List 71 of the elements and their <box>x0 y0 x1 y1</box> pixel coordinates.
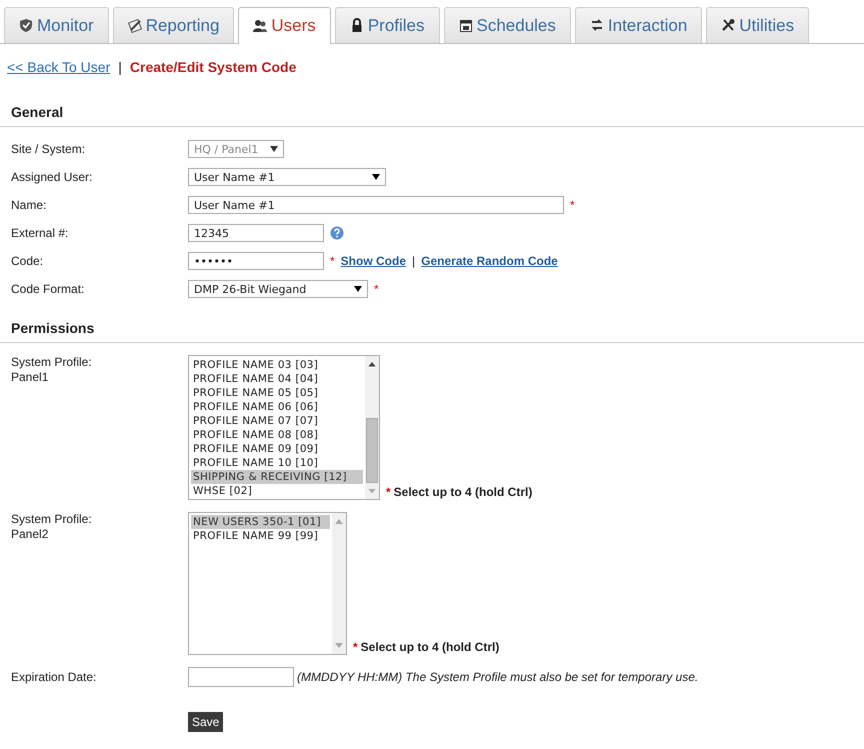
list-option[interactable]: PROFILE NAME 04 [04] <box>191 372 363 386</box>
required-mark: * <box>353 640 358 654</box>
tab-icon <box>590 18 604 33</box>
field-label: Assigned User: <box>11 170 94 184</box>
link[interactable]: Show Code <box>340 254 406 268</box>
tab-icon <box>253 18 268 34</box>
field-label: Panel2 <box>11 527 50 542</box>
list-option[interactable]: WHSE [02] <box>191 484 363 498</box>
required-mark: * <box>386 485 391 499</box>
field-label: Expiration Date: <box>11 670 98 684</box>
tab[interactable]: Utilities <box>706 7 810 43</box>
field-label: System Profile: <box>11 355 93 370</box>
back-link[interactable]: << Back To User <box>7 59 110 75</box>
input-field[interactable]: 12345 <box>188 224 324 242</box>
dropdown-caret-icon <box>270 146 278 152</box>
field-label: External #: <box>11 226 70 240</box>
password-field[interactable]: •••••• <box>188 252 324 270</box>
tab[interactable]: Schedules <box>444 7 571 43</box>
hint-text: Select up to 4 (hold Ctrl) <box>360 640 500 654</box>
page-title: Create/Edit System Code <box>130 59 296 75</box>
list-option[interactable]: PROFILE NAME 06 [06] <box>191 400 363 414</box>
list-option[interactable]: PROFILE NAME 09 [09] <box>191 442 363 456</box>
scroll-up-icon[interactable] <box>368 362 376 366</box>
listbox[interactable] <box>188 355 380 500</box>
hint-text: (MMDDYY HH:MM) The System Profile must also be set for temporary use. <box>297 670 698 684</box>
required-mark: * <box>570 198 575 212</box>
tab-icon <box>19 18 33 33</box>
list-option[interactable]: NEW USERS 350-1 [01] <box>191 515 330 529</box>
tab[interactable]: Interaction <box>574 7 702 43</box>
input-field[interactable]: User Name #1 <box>188 196 564 214</box>
scroll-down-icon[interactable] <box>368 488 376 493</box>
field-label: System Profile: <box>11 512 93 527</box>
field-label: Panel1 <box>11 370 50 385</box>
list-option[interactable]: PROFILE NAME 05 [05] <box>191 386 363 400</box>
listbox[interactable]: NEW USERS 350-1 [01] PROFILE NAME 99 [99] <box>188 512 347 655</box>
dropdown[interactable]: User Name #1 <box>188 168 386 186</box>
separator: | <box>118 59 122 75</box>
tab[interactable]: Reporting <box>112 7 234 43</box>
field-label: Name: <box>11 198 48 212</box>
date-field[interactable] <box>188 667 294 687</box>
help-icon[interactable] <box>330 226 344 240</box>
section-heading: Permissions <box>0 320 864 343</box>
required-mark: * <box>330 254 335 268</box>
list-option[interactable]: PROFILE NAME 07 [07] <box>191 414 363 428</box>
required-mark: * <box>374 282 379 296</box>
dropdown[interactable]: DMP 26-Bit Wiegand <box>188 280 368 298</box>
tab-icon <box>458 18 472 33</box>
tab[interactable]: Users <box>238 7 331 44</box>
tab[interactable]: Profiles <box>334 7 440 43</box>
list-option[interactable]: PROFILE NAME 10 [10] <box>191 456 363 470</box>
list-option[interactable]: PROFILE NAME 99 [99] <box>191 529 330 543</box>
field-label: Code: <box>11 254 44 268</box>
tab-icon <box>350 18 364 33</box>
scroll-down-icon[interactable] <box>335 643 343 648</box>
tab-icon <box>128 18 142 33</box>
scrollbar[interactable] <box>365 356 379 499</box>
list-option[interactable]: PROFILE NAME 08 [08] <box>191 428 363 442</box>
save-button[interactable]: Save <box>188 712 224 732</box>
field-label: Site / System: <box>11 142 86 156</box>
tab[interactable]: Monitor <box>4 7 109 43</box>
separator: | <box>412 254 416 268</box>
tab-icon <box>721 18 736 33</box>
scrollbar[interactable] <box>332 513 346 654</box>
dropdown-caret-icon <box>354 286 362 292</box>
dropdown-caret-icon <box>372 174 380 180</box>
hint-text: Select up to 4 (hold Ctrl) <box>394 485 532 499</box>
section-heading: General <box>0 104 864 127</box>
list-option[interactable]: PROFILE NAME 03 [03] <box>191 358 363 372</box>
link[interactable]: Generate Random Code <box>421 254 558 268</box>
list-option[interactable]: SHIPPING & RECEIVING [12] <box>191 470 363 484</box>
field-label: Code Format: <box>11 282 86 296</box>
